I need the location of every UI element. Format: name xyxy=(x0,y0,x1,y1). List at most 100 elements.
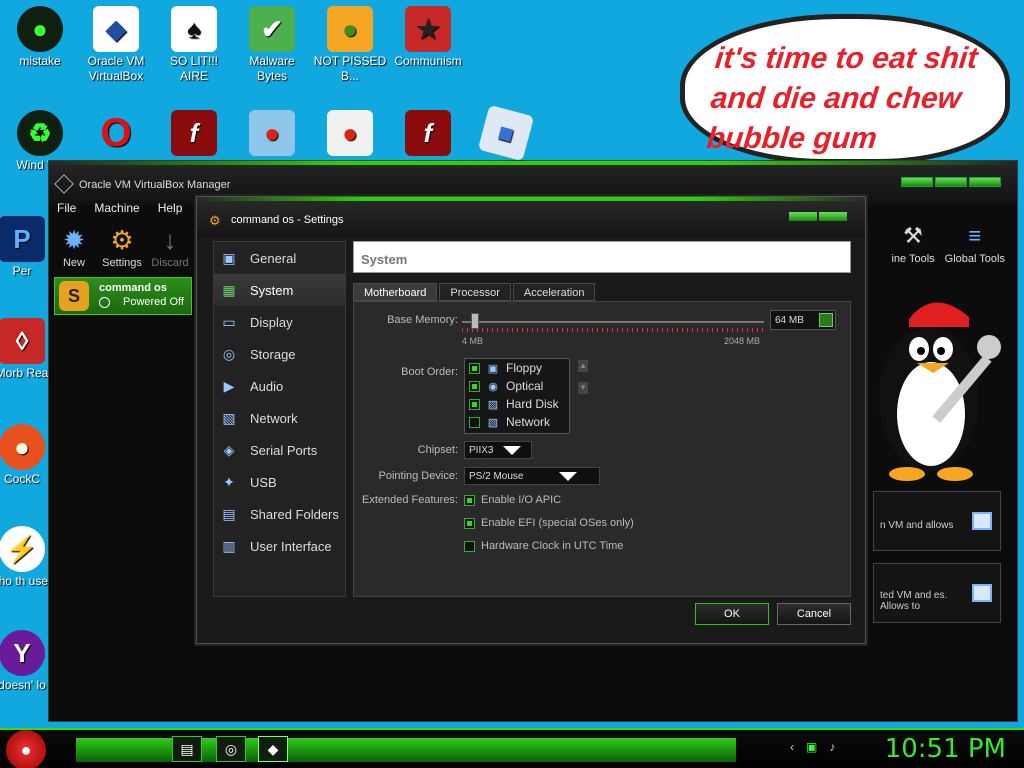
category-storage[interactable]: ◎ Storage xyxy=(214,338,345,370)
category-serial-ports[interactable]: ◈ Serial Ports xyxy=(214,434,345,466)
network-tray-icon[interactable]: ▣ xyxy=(806,740,817,754)
cancel-button[interactable]: Cancel xyxy=(777,603,851,625)
settings-gear-icon: ⚙ xyxy=(110,224,134,255)
base-memory-label: Base Memory: xyxy=(387,314,458,326)
file-explorer-icon[interactable]: ▤ xyxy=(172,736,202,762)
utc-clock-checkbox[interactable] xyxy=(464,540,475,552)
efi-checkbox[interactable] xyxy=(464,517,475,529)
menu-file[interactable]: File xyxy=(55,201,78,215)
desktop-icon-malwarebytes[interactable]: ✔ Malware Bytes xyxy=(234,6,310,84)
menu-bar: File Machine Help xyxy=(55,201,184,215)
who-uses-icon: ⚡ xyxy=(0,526,45,572)
close-button[interactable] xyxy=(969,177,1001,187)
desktop-icon-label: NOT PISSED B... xyxy=(313,54,387,83)
taskbar: ● ▤ ◎ ◆ ‹ ▣ ♪ 10:51 PM xyxy=(0,728,1024,768)
desktop-icon-angry-birds[interactable]: ● xyxy=(234,110,310,158)
desktop-icon-mistake[interactable]: ● mistake xyxy=(2,6,78,69)
vm-list-item[interactable]: S command os Powered Off xyxy=(54,277,192,315)
move-down-arrow-icon[interactable]: ▼ xyxy=(578,382,588,394)
desktop-icon-opera[interactable]: O xyxy=(78,110,154,158)
category-user-interface[interactable]: ▥ User Interface xyxy=(214,530,345,562)
new-button[interactable]: ✹ New xyxy=(53,223,95,270)
communism-icon: ★ xyxy=(405,6,451,52)
titlebar-glow xyxy=(197,197,865,201)
boot-item-hard-disk[interactable]: ▨ Hard Disk xyxy=(465,395,569,413)
desktop-icon-label: mistake xyxy=(19,54,61,68)
boot-network-checkbox[interactable] xyxy=(469,416,480,428)
boot-item-network[interactable]: ▧ Network xyxy=(465,413,569,431)
boot-floppy-checkbox[interactable] xyxy=(469,362,480,374)
penguin-mascot-icon xyxy=(879,302,1001,481)
minimize-button[interactable] xyxy=(901,177,933,187)
desktop-icon-flash-2[interactable]: f xyxy=(390,110,466,158)
edge-icon[interactable]: ◎ xyxy=(216,736,246,762)
machine-tools-button[interactable]: ⚒ ine Tools xyxy=(891,219,934,265)
boot-optical-checkbox[interactable] xyxy=(469,380,480,392)
boot-item-optical[interactable]: ◉ Optical xyxy=(465,377,569,395)
boot-item-floppy[interactable]: ▣ Floppy xyxy=(465,359,569,377)
virtualbox-taskbar-icon[interactable]: ◆ xyxy=(258,736,288,762)
menu-help[interactable]: Help xyxy=(156,201,185,215)
desktop-icon-communism[interactable]: ★ Communism xyxy=(390,6,466,69)
maximize-button[interactable] xyxy=(789,212,817,221)
menu-machine[interactable]: Machine xyxy=(92,201,141,215)
base-memory-value: 64 MB xyxy=(775,315,804,326)
desktop-icon-angry-birds-2[interactable]: ● xyxy=(312,110,388,158)
efi-option[interactable]: Enable EFI (special OSes only) xyxy=(464,517,634,529)
taskbar-clock[interactable]: 10:51 PM xyxy=(885,734,1006,764)
shared-folder-icon: ▤ xyxy=(222,505,236,522)
desktop-icon-so-lit[interactable]: ♠ SO LIT!!! AIRE xyxy=(156,6,232,84)
desktop-icon-label: Malware Bytes xyxy=(249,54,295,83)
volume-icon[interactable]: ♪ xyxy=(829,740,835,754)
category-label: Network xyxy=(250,410,298,426)
vm-state: Powered Off xyxy=(123,296,184,308)
pointing-device-select[interactable]: PS/2 Mouse xyxy=(464,467,600,485)
desktop-icon-roblox[interactable]: ■ xyxy=(468,104,544,162)
move-up-arrow-icon[interactable]: ▲ xyxy=(578,360,588,372)
settings-label: Settings xyxy=(102,257,142,269)
global-tools-button[interactable]: ≡ Global Tools xyxy=(945,219,1005,265)
desktop-icon-label: Oracle VM VirtualBox xyxy=(87,54,145,83)
category-shared-folders[interactable]: ▤ Shared Folders xyxy=(214,498,345,530)
tab-motherboard[interactable]: Motherboard xyxy=(353,283,438,301)
base-memory-spinbox[interactable]: 64 MB xyxy=(770,310,836,330)
spin-arrows-icon[interactable] xyxy=(819,313,833,327)
utc-clock-option[interactable]: Hardware Clock in UTC Time xyxy=(464,540,623,552)
window-buttons xyxy=(901,177,1001,187)
shield-icon: ✔ xyxy=(249,6,295,52)
pdf-reader-icon: ◊ xyxy=(0,318,45,364)
chipset-select[interactable]: PIIX3 xyxy=(464,441,532,459)
category-audio[interactable]: ▶ Audio xyxy=(214,370,345,402)
tray-chevron-icon[interactable]: ‹ xyxy=(790,740,794,754)
boot-order-list: ▣ Floppy ◉ Optical ▨ Hard Disk ▧ Network xyxy=(464,358,570,434)
category-label: Serial Ports xyxy=(250,442,318,458)
start-button-angry-bird-icon[interactable]: ● xyxy=(6,730,46,768)
tab-acceleration[interactable]: Acceleration xyxy=(512,283,596,301)
boot-hard-disk-checkbox[interactable] xyxy=(469,398,480,410)
maximize-button[interactable] xyxy=(935,177,967,187)
angry-birds-pig-icon: ● xyxy=(327,6,373,52)
tab-processor[interactable]: Processor xyxy=(439,283,511,301)
settings-title: command os - Settings xyxy=(231,214,344,226)
category-general[interactable]: ▣ General xyxy=(214,242,345,274)
category-system[interactable]: ▦ System xyxy=(214,274,345,306)
desktop-icon-flash[interactable]: f xyxy=(156,110,232,158)
desktop-icon-not-pissed[interactable]: ● NOT PISSED B... xyxy=(312,6,388,84)
slider-thumb[interactable] xyxy=(471,313,479,329)
network-icon: ▧ xyxy=(222,409,236,426)
ok-button[interactable]: OK xyxy=(695,603,769,625)
category-network[interactable]: ▧ Network xyxy=(214,402,345,434)
category-usb[interactable]: ✦ USB xyxy=(214,466,345,498)
global-tools-label: Global Tools xyxy=(944,253,1005,265)
io-apic-checkbox[interactable] xyxy=(464,494,475,506)
discard-button[interactable]: ↓ Discard xyxy=(149,223,191,270)
settings-titlebar[interactable]: ⚙ command os - Settings xyxy=(197,197,865,237)
category-display[interactable]: ▭ Display xyxy=(214,306,345,338)
machine-window-icon xyxy=(972,512,992,530)
desktop-icon-virtualbox[interactable]: ◆ Oracle VM VirtualBox xyxy=(78,6,154,84)
base-memory-slider[interactable] xyxy=(462,313,764,332)
category-label: Audio xyxy=(250,378,284,394)
settings-button[interactable]: ⚙ Settings xyxy=(101,223,143,270)
close-button[interactable] xyxy=(819,212,847,221)
io-apic-option[interactable]: Enable I/O APIC xyxy=(464,494,561,506)
